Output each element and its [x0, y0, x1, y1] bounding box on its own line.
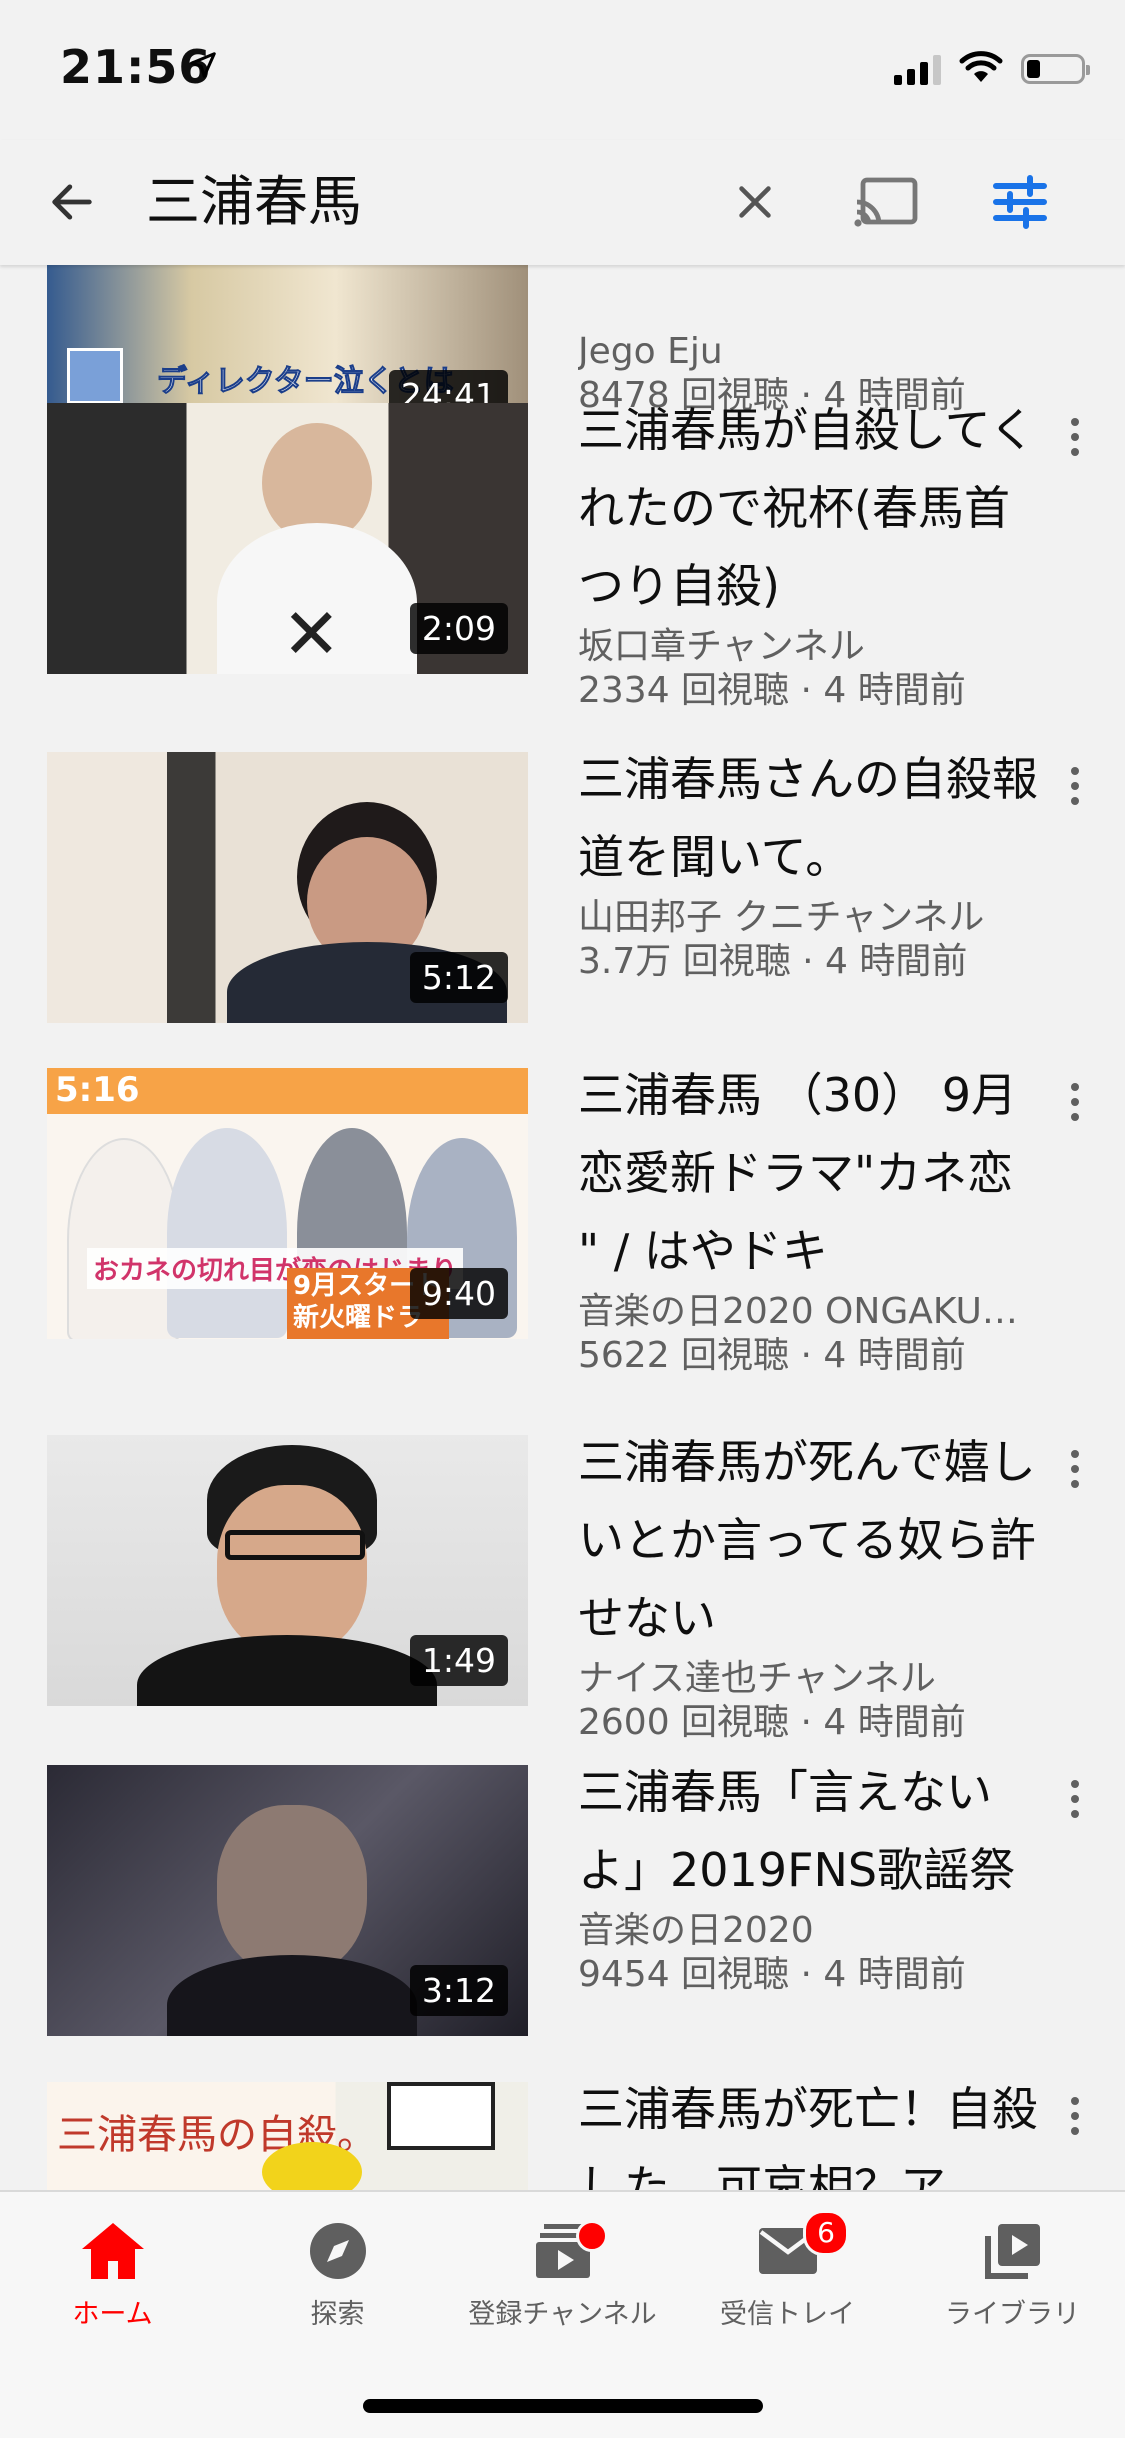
thumbnail-body — [137, 1635, 437, 1706]
tab-explore[interactable]: 探索 — [225, 2216, 450, 2331]
view-meta: 2600 回視聴 · 4 時間前 — [578, 1702, 966, 1743]
video-thumbnail[interactable]: 3:12 — [47, 1765, 528, 2036]
duration-badge: 2:09 — [409, 603, 508, 654]
video-title[interactable]: 三浦春馬さんの自殺報道を聞いて。 — [578, 740, 1038, 896]
inbox-badge: 6 — [803, 2210, 849, 2256]
status-icons — [894, 50, 1090, 88]
tab-label: ホーム — [72, 2299, 153, 2330]
location-arrow-icon — [188, 50, 218, 84]
thumbnail-person-1 — [67, 1138, 181, 1339]
search-results-list: ディレクター泣くとは 24:41 Jego Eju 8478 回視聴 · 4 時… — [0, 265, 1125, 2190]
video-title[interactable]: 三浦春馬 （30） 9月恋愛新ドラマ"カネ恋 " / はやドキ — [578, 1056, 1038, 1290]
video-title[interactable]: 三浦春馬が自殺してくれたので祝杯(春馬首つり自殺) — [578, 391, 1038, 625]
duration-badge: 1:49 — [409, 1635, 508, 1686]
thumbnail-face — [217, 1485, 367, 1655]
search-header: 三浦春馬 — [0, 140, 1125, 265]
subscriptions-icon — [450, 2216, 675, 2286]
clear-search-icon[interactable] — [715, 162, 795, 242]
view-meta: 5622 回視聴 · 4 時間前 — [578, 1335, 966, 1376]
video-thumbnail[interactable]: ✕ 2:09 — [47, 403, 528, 674]
more-options-icon[interactable] — [1055, 407, 1095, 467]
thumbnail-frame — [387, 2082, 495, 2150]
more-options-icon[interactable] — [1055, 756, 1095, 816]
home-icon — [0, 2216, 225, 2286]
video-title[interactable]: 三浦春馬「言えないよ」2019FNS歌謡祭 — [578, 1753, 1038, 1909]
home-indicator[interactable] — [363, 2399, 763, 2413]
search-query[interactable]: 三浦春馬 — [146, 162, 362, 242]
tab-inbox[interactable]: 6 受信トレイ — [675, 2210, 900, 2331]
thumbnail-body — [167, 1955, 417, 2036]
status-bar: 21:56 — [0, 0, 1125, 140]
video-thumbnail[interactable]: 5:12 — [47, 752, 528, 1023]
thumbnail-face — [217, 1805, 367, 1975]
more-options-icon[interactable] — [1055, 1072, 1095, 1132]
video-thumbnail[interactable]: 5:16 おカネの切れ目が恋のはじまり 9月スタート 新火曜ドラマ 9:40 — [47, 1068, 528, 1339]
tab-label: 受信トレイ — [720, 2299, 855, 2330]
wifi-icon — [959, 50, 1003, 88]
inbox-icon: 6 — [675, 2210, 900, 2286]
channel-name: 山田邦子 クニチャンネル — [578, 897, 985, 938]
channel-name: ナイス達也チャンネル — [578, 1658, 936, 1699]
thumbnail-x-mark: ✕ — [282, 593, 341, 674]
view-meta: 9454 回視聴 · 4 時間前 — [578, 1954, 966, 1995]
channel-name: 音楽の日2020 ONGAKU… — [578, 1291, 1018, 1332]
tab-label: 登録チャンネル — [468, 2299, 657, 2330]
video-thumbnail[interactable]: 三浦春馬の自殺。 — [47, 2082, 528, 2190]
cast-icon[interactable] — [846, 162, 926, 242]
new-content-dot — [576, 2220, 608, 2252]
library-icon — [900, 2216, 1125, 2286]
more-options-icon[interactable] — [1055, 2086, 1095, 2146]
thumbnail-face-inset — [67, 348, 123, 404]
tab-label: ライブラリ — [945, 2299, 1080, 2330]
thumbnail-clock: 5:16 — [55, 1070, 140, 1110]
battery-icon — [1021, 54, 1090, 84]
more-options-icon[interactable] — [1055, 1439, 1095, 1499]
duration-badge: 5:12 — [409, 952, 508, 1003]
channel-name: Jego Eju — [578, 331, 723, 372]
compass-icon — [225, 2216, 450, 2286]
duration-badge: 9:40 — [409, 1268, 508, 1319]
tab-subscriptions[interactable]: 登録チャンネル — [450, 2216, 675, 2331]
filter-icon[interactable] — [980, 162, 1060, 242]
more-options-icon[interactable] — [1055, 1769, 1095, 1829]
cellular-signal-icon — [894, 53, 941, 85]
back-arrow-icon[interactable] — [32, 162, 112, 242]
tab-label: 探索 — [310, 2299, 365, 2330]
video-thumbnail[interactable]: 1:49 — [47, 1435, 528, 1706]
view-meta: 2334 回視聴 · 4 時間前 — [578, 670, 966, 711]
channel-name: 音楽の日2020 — [578, 1910, 814, 1951]
tab-home[interactable]: ホーム — [0, 2216, 225, 2331]
duration-badge: 3:12 — [409, 1965, 508, 2016]
view-meta: 3.7万 回視聴 · 4 時間前 — [578, 941, 968, 982]
tab-library[interactable]: ライブラリ — [900, 2216, 1125, 2331]
video-title[interactable]: 三浦春馬が死んで嬉しいとか言ってる奴ら許せない — [578, 1423, 1038, 1657]
thumbnail-person-2 — [167, 1128, 287, 1338]
channel-name: 坂口章チャンネル — [578, 626, 865, 667]
thumbnail-glasses — [225, 1530, 365, 1560]
video-title[interactable]: 三浦春馬が死亡！自殺した。可哀相？ア — [578, 2070, 1038, 2190]
